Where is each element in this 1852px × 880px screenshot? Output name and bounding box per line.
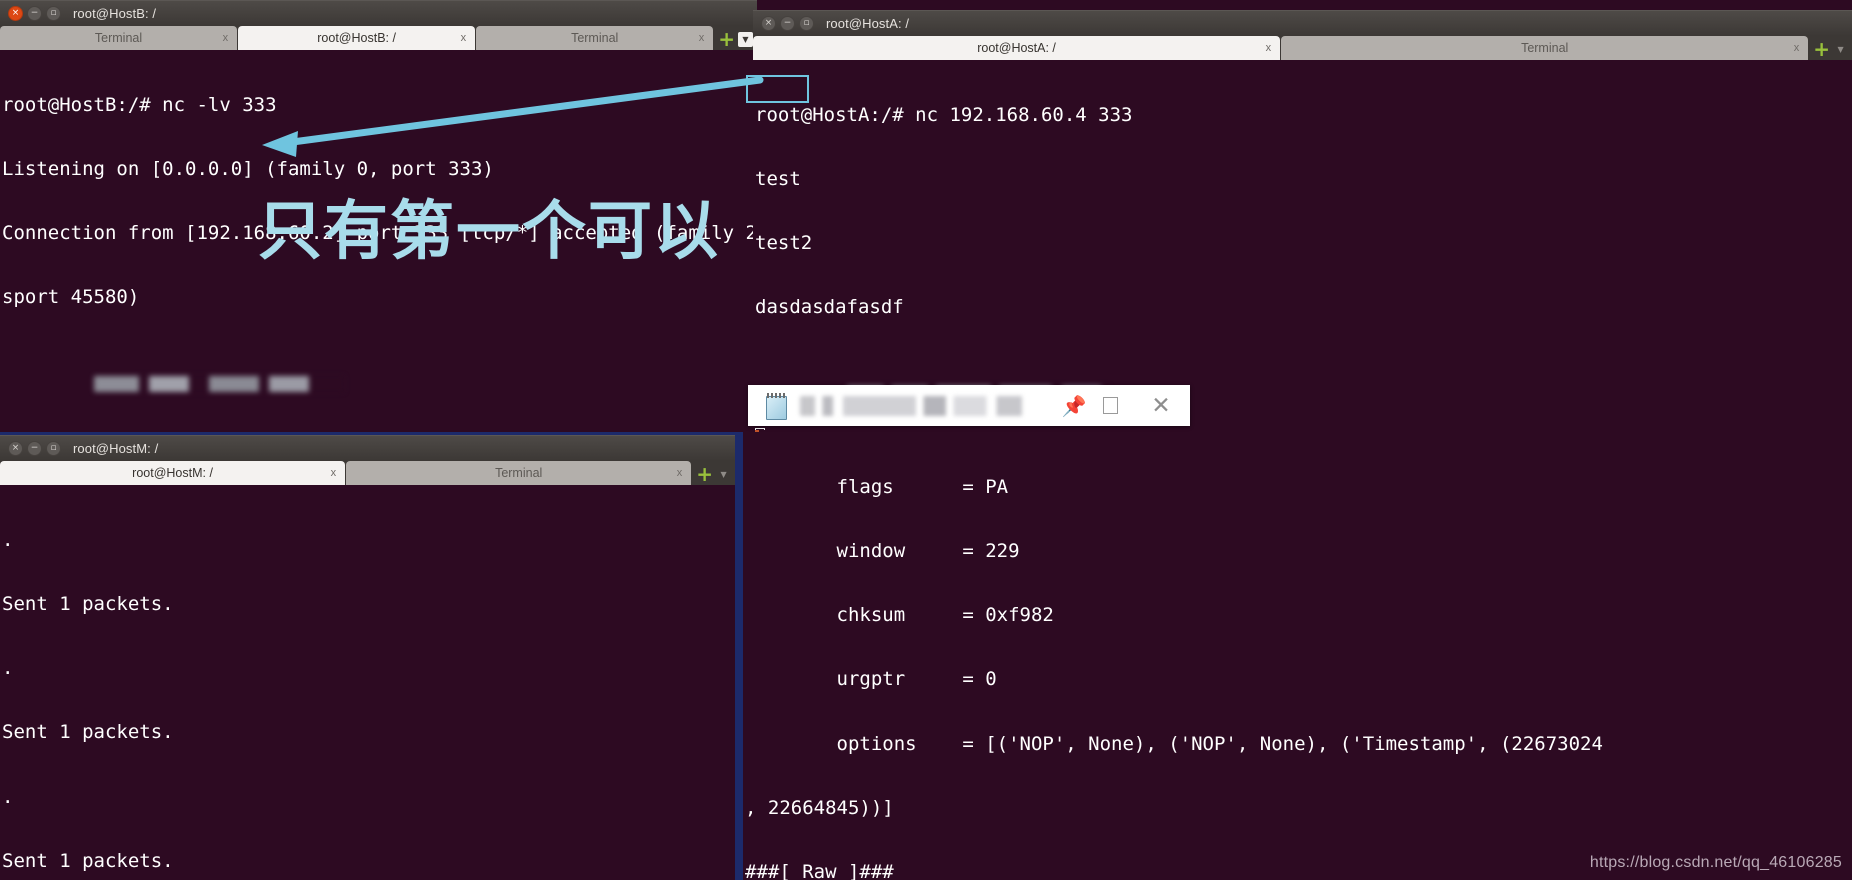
desktop-screenshot: × − ▫ root@HostB: / Terminal x root@Host… (0, 0, 1852, 880)
maximize-icon[interactable] (1088, 397, 1132, 414)
tabbar-hostm[interactable]: root@HostM: / x Terminal x + ▼ (0, 461, 735, 485)
window-controls-hostm[interactable]: × − ▫ (8, 441, 61, 456)
tab-tools-hostb[interactable]: + ▼ (714, 29, 757, 50)
titlebar-hosta[interactable]: × − ▫ root@HostA: / (753, 10, 1852, 36)
popup-title-censored (800, 395, 1052, 416)
terminal-line-censored (2, 352, 757, 393)
window-controls-hostb[interactable]: × − ▫ (8, 6, 61, 21)
tab-close-icon[interactable]: x (461, 32, 467, 44)
terminal-line: , 22664845))] (745, 796, 894, 819)
tab-roothostb[interactable]: root@HostB: / x (238, 26, 476, 50)
text-cursor (755, 427, 765, 430)
close-window-icon[interactable]: × (8, 441, 23, 456)
terminal-line: . (2, 785, 14, 808)
scapy-text[interactable]: flags = PA window = 229 chksum = 0xf982 … (743, 432, 1852, 880)
terminal-line: Connection from [192.168.60.2] port 333 … (2, 222, 757, 245)
terminal-output-scapy[interactable]: flags = PA window = 229 chksum = 0xf982 … (735, 432, 1852, 880)
titlebar-hostm[interactable]: × − ▫ root@HostM: / (0, 435, 735, 461)
tab-close-icon[interactable]: x (1794, 42, 1800, 54)
tab-close-icon[interactable]: x (223, 32, 229, 44)
terminal-line: urgptr = 0 (745, 668, 997, 691)
chevron-down-icon[interactable]: ▼ (716, 467, 731, 482)
tab-terminal-1[interactable]: Terminal x (1281, 36, 1809, 60)
minimize-window-icon[interactable]: − (27, 441, 42, 456)
tab-label: root@HostM: / (132, 466, 213, 480)
terminal-line: window = 229 (745, 540, 1020, 563)
tab-label: Terminal (495, 466, 543, 480)
maximize-window-icon[interactable]: ▫ (799, 16, 814, 31)
window-controls-hosta[interactable]: × − ▫ (761, 16, 814, 31)
maximize-window-icon[interactable]: ▫ (46, 441, 61, 456)
tab-close-icon[interactable]: x (331, 467, 337, 479)
tab-label: root@HostA: / (977, 41, 1056, 55)
terminal-line: Sent 1 packets. (2, 593, 174, 616)
window-title-hosta: root@HostA: / (826, 16, 910, 31)
terminal-line: root@HostB:/# nc -lv 333 (2, 93, 277, 116)
tab-tools-hostm[interactable]: + ▼ (692, 464, 735, 485)
terminal-window-hostm[interactable]: × − ▫ root@HostM: / root@HostM: / x Term… (0, 432, 735, 880)
chevron-down-icon[interactable]: ▼ (738, 31, 753, 47)
tab-label: Terminal (94, 31, 143, 45)
terminal-cursor-line (755, 426, 1852, 430)
pushpin-icon[interactable]: 📌 (1060, 396, 1088, 416)
tab-terminal-1[interactable]: Terminal x (346, 461, 692, 485)
tabbar-hosta[interactable]: root@HostA: / x Terminal x + ▼ (753, 36, 1852, 60)
maximize-window-icon[interactable]: ▫ (46, 6, 61, 21)
plus-icon[interactable]: + (1813, 39, 1830, 59)
terminal-line: Listening on [0.0.0.0] (family 0, port 3… (2, 158, 494, 181)
minimize-window-icon[interactable]: − (27, 6, 42, 21)
terminal-line: options = [('NOP', None), ('NOP', None),… (745, 732, 1603, 755)
titlebar-hostb[interactable]: × − ▫ root@HostB: / (0, 0, 757, 26)
tab-close-icon[interactable]: x (1266, 42, 1272, 54)
terminal-line: dasdasdafasdf (755, 296, 904, 319)
tab-close-icon[interactable]: x (677, 467, 683, 479)
tab-roothosta[interactable]: root@HostA: / x (753, 36, 1281, 60)
terminal-window-hostb[interactable]: × − ▫ root@HostB: / Terminal x root@Host… (0, 0, 757, 430)
terminal-line: test2 (755, 232, 813, 255)
tab-tools-hosta[interactable]: + ▼ (1809, 39, 1852, 60)
terminal-output-hostm[interactable]: . Sent 1 packets. . Sent 1 packets. . Se… (0, 485, 735, 880)
watermark-url: https://blog.csdn.net/qq_46106285 (1589, 854, 1842, 871)
tab-label: Terminal (571, 31, 619, 45)
plus-icon[interactable]: + (718, 29, 735, 49)
window-edge-accent (735, 432, 743, 880)
terminal-line-censored (755, 362, 1852, 403)
close-icon[interactable]: ✕ (1132, 392, 1190, 419)
tabbar-hostb[interactable]: Terminal x root@HostB: / x Terminal x + … (0, 26, 757, 50)
censored-text (93, 376, 344, 393)
terminal-output-hostb[interactable]: root@HostB:/# nc -lv 333 Listening on [0… (0, 50, 757, 430)
terminal-line: Sent 1 packets. (2, 849, 174, 872)
tab-terminal-2[interactable]: Terminal x (476, 26, 714, 50)
terminal-line: root@HostA:/# nc 192.168.60.4 333 (755, 103, 1133, 126)
chevron-down-icon[interactable]: ▼ (1833, 42, 1848, 57)
terminal-line: sport 45580) (2, 286, 140, 309)
tab-label: root@HostB: / (317, 31, 396, 45)
terminal-line: Sent 1 packets. (2, 721, 174, 744)
terminal-line: . (2, 528, 14, 551)
terminal-output-hosta[interactable]: root@HostA:/# nc 192.168.60.4 333 test t… (753, 60, 1852, 430)
close-window-icon[interactable]: × (8, 6, 23, 21)
tab-roothostm[interactable]: root@HostM: / x (0, 461, 346, 485)
minimize-window-icon[interactable]: − (780, 16, 795, 31)
close-window-icon[interactable]: × (761, 16, 776, 31)
plus-icon[interactable]: + (696, 464, 713, 484)
terminal-line-test: test (755, 168, 801, 191)
terminal-line: . (2, 657, 14, 680)
terminal-line: flags = PA (745, 475, 1009, 498)
tab-terminal-1[interactable]: Terminal x (0, 26, 238, 50)
window-title-hostm: root@HostM: / (73, 441, 159, 456)
terminal-line: chksum = 0xf982 (745, 604, 1054, 627)
popup-window[interactable]: 📌 ✕ (748, 385, 1190, 426)
notepad-icon (764, 392, 790, 420)
tab-label: Terminal (1521, 41, 1569, 55)
tab-close-icon[interactable]: x (699, 32, 705, 44)
terminal-window-hosta[interactable]: × − ▫ root@HostA: / root@HostA: / x Term… (753, 10, 1852, 430)
window-title-hostb: root@HostB: / (73, 6, 157, 21)
